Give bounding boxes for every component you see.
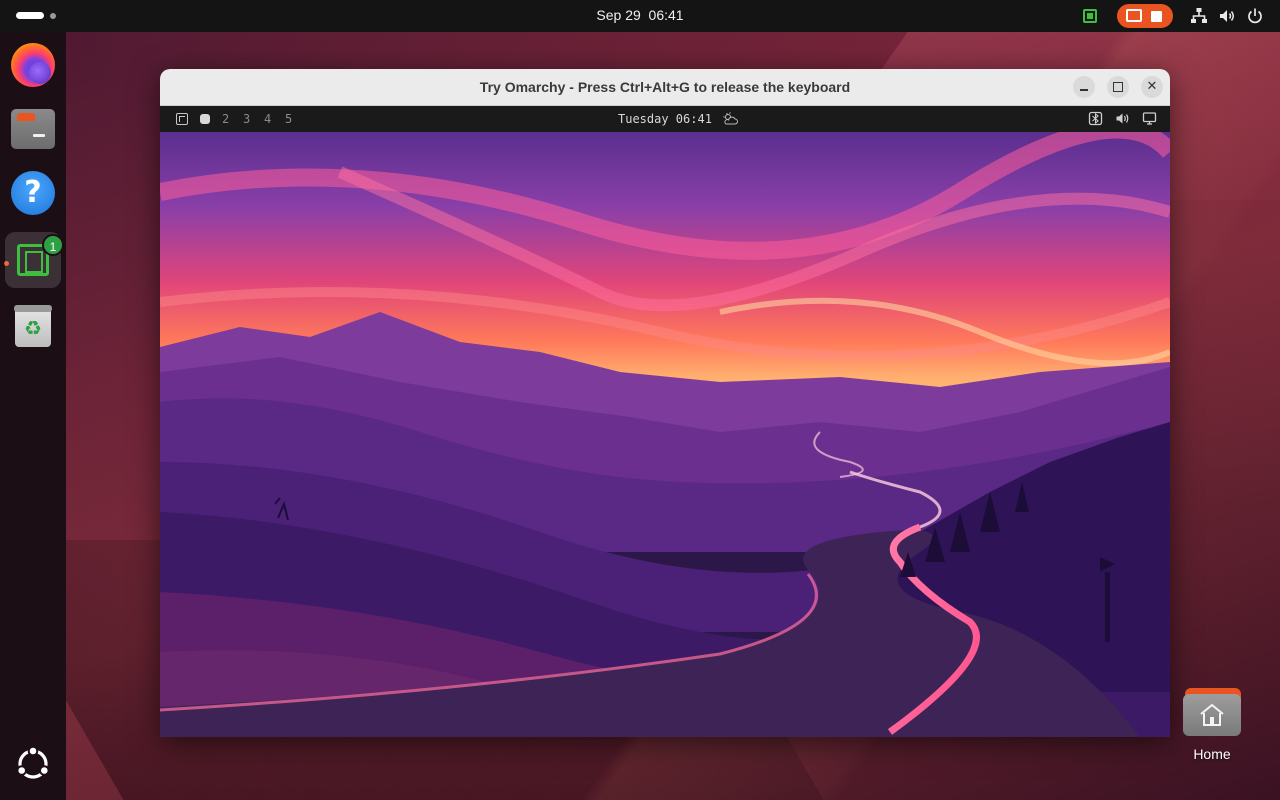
omarchy-menu-icon[interactable] [176,113,188,125]
close-icon: ✕ [1146,79,1158,94]
power-icon[interactable] [1246,7,1264,25]
trash-icon: ♻ [14,305,52,347]
screencast-indicator[interactable] [1117,4,1173,28]
guest-volume-icon[interactable] [1115,111,1130,126]
bluetooth-icon[interactable] [1088,111,1103,126]
recycle-icon: ♻ [24,318,42,340]
workspace-1-active[interactable] [200,114,210,124]
firefox-icon [11,43,55,87]
top-bar: Sep 29 06:41 [0,0,1280,32]
dock-item-firefox[interactable] [5,37,61,93]
activities-indicator[interactable] [16,12,44,19]
workspace-4[interactable]: 4 [264,106,271,132]
network-icon[interactable] [1190,7,1208,25]
vm-tray-icon[interactable] [1083,9,1097,23]
guest-screen[interactable]: 2 3 4 5 Tuesday 06:41 [160,106,1170,737]
stop-icon[interactable] [1151,11,1162,22]
clock-date: Sep 29 [596,7,641,23]
home-folder-label[interactable]: Home [1172,746,1252,762]
window-title: Try Omarchy - Press Ctrl+Alt+G to releas… [479,79,851,95]
workspace-2[interactable]: 2 [222,106,229,132]
minimize-button[interactable] [1073,76,1095,98]
notification-badge: 1 [42,234,64,256]
screen-share-icon [1126,9,1142,22]
dock-item-terminal[interactable]: 1 [5,232,64,288]
files-tab [17,113,35,121]
dock-item-help[interactable]: ? [5,165,61,221]
clock-button[interactable]: Sep 29 06:41 [596,7,683,23]
workspace-5[interactable]: 5 [285,106,292,132]
maximize-button[interactable] [1107,76,1129,98]
ubuntu-logo-icon[interactable] [13,744,53,784]
vm-window: Try Omarchy - Press Ctrl+Alt+G to releas… [160,69,1170,737]
help-icon: ? [11,171,55,215]
guest-status-bar: 2 3 4 5 Tuesday 06:41 [160,106,1170,132]
folder-front [1183,694,1241,736]
minimize-icon [1080,89,1088,91]
close-button[interactable]: ✕ [1141,76,1163,98]
window-title-bar[interactable]: Try Omarchy - Press Ctrl+Alt+G to releas… [160,69,1170,106]
volume-icon[interactable] [1218,7,1236,25]
house-icon [1200,703,1224,726]
maximize-icon [1113,82,1123,92]
clock-time: 06:41 [648,7,684,23]
guest-wallpaper [160,132,1170,737]
dock-item-trash[interactable]: ♻ [5,297,61,353]
firefox-globe [29,62,51,84]
workspace-dot[interactable] [50,13,56,19]
files-icon [11,109,55,149]
files-handle [33,134,45,137]
workspace-3[interactable]: 3 [243,106,250,132]
landscape-illustration [160,132,1170,737]
home-folder-icon[interactable] [1183,688,1241,736]
dock: ? 1 ♻ [0,32,66,800]
trash-lid [14,305,52,312]
guest-clock[interactable]: Tuesday 06:41 [618,106,712,132]
weather-icon [723,112,738,125]
dock-item-files[interactable] [5,101,61,157]
display-icon[interactable] [1142,111,1157,126]
